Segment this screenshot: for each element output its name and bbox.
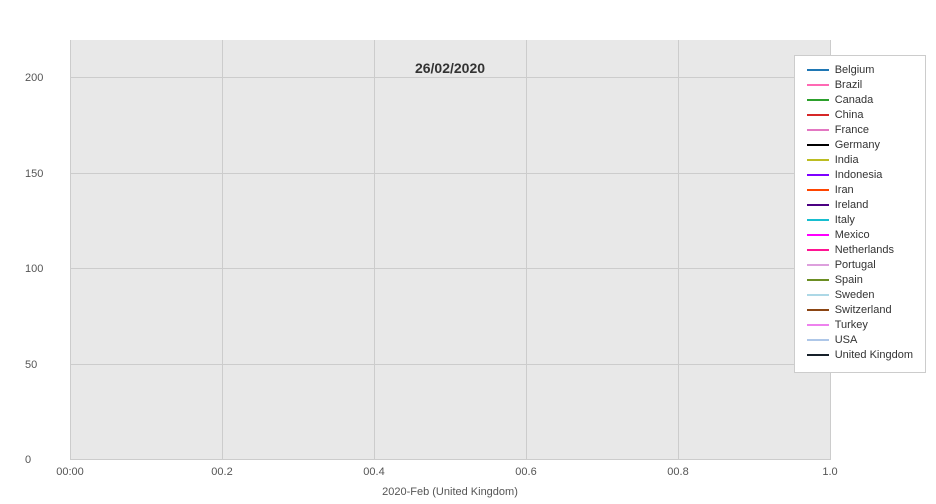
legend-item-switzerland: Switzerland — [807, 304, 913, 316]
vgrid-0 — [70, 40, 71, 460]
legend-line-spain — [807, 279, 829, 281]
legend-line-belgium — [807, 69, 829, 71]
legend-label-ireland: Ireland — [835, 199, 869, 211]
legend-line-usa — [807, 339, 829, 341]
legend-item-spain: Spain — [807, 274, 913, 286]
legend-line-ireland — [807, 204, 829, 206]
legend-line-netherlands — [807, 249, 829, 251]
date-annotation: 26/02/2020 — [415, 60, 485, 76]
legend-item-germany: Germany — [807, 139, 913, 151]
legend-item-france: France — [807, 124, 913, 136]
legend-label-germany: Germany — [835, 139, 880, 151]
x-tick-04: 00.4 — [363, 466, 384, 478]
legend-label-sweden: Sweden — [835, 289, 875, 301]
legend-label-canada: Canada — [835, 94, 874, 106]
vgrid-06 — [526, 40, 527, 460]
legend-label-iran: Iran — [835, 184, 854, 196]
x-tick-02: 00.2 — [211, 466, 232, 478]
legend-item-mexico: Mexico — [807, 229, 913, 241]
legend-label-italy: Italy — [835, 214, 855, 226]
legend-item-turkey: Turkey — [807, 319, 913, 331]
legend-label-portugal: Portugal — [835, 259, 876, 271]
legend-line-uk — [807, 354, 829, 356]
legend-item-sweden: Sweden — [807, 289, 913, 301]
legend-item-portugal: Portugal — [807, 259, 913, 271]
legend-label-turkey: Turkey — [835, 319, 868, 331]
legend-label-uk: United Kingdom — [835, 349, 913, 361]
legend-label-india: India — [835, 154, 859, 166]
legend-line-switzerland — [807, 309, 829, 311]
legend-label-brazil: Brazil — [835, 79, 863, 91]
legend-line-iran — [807, 189, 829, 191]
grid-line-200 — [70, 77, 830, 78]
legend-item-uk: United Kingdom — [807, 349, 913, 361]
legend-item-brazil: Brazil — [807, 79, 913, 91]
legend-label-mexico: Mexico — [835, 229, 870, 241]
legend-line-italy — [807, 219, 829, 221]
legend-line-germany — [807, 144, 829, 146]
y-tick-0: 0 — [25, 454, 31, 466]
legend-label-indonesia: Indonesia — [835, 169, 883, 181]
legend-line-india — [807, 159, 829, 161]
legend-label-belgium: Belgium — [835, 64, 875, 76]
vgrid-04 — [374, 40, 375, 460]
legend-label-china: China — [835, 109, 864, 121]
vgrid-02 — [222, 40, 223, 460]
x-tick-08: 00.8 — [667, 466, 688, 478]
legend-label-usa: USA — [835, 334, 858, 346]
x-axis-label: 2020-Feb (United Kingdom) — [382, 486, 518, 498]
legend-line-china — [807, 114, 829, 116]
legend-label-spain: Spain — [835, 274, 863, 286]
legend: Belgium Brazil Canada China France Germa… — [794, 55, 926, 373]
legend-item-india: India — [807, 154, 913, 166]
x-tick-0: 00:00 — [56, 466, 84, 478]
legend-line-turkey — [807, 324, 829, 326]
legend-line-france — [807, 129, 829, 131]
x-tick-06: 00.6 — [515, 466, 536, 478]
x-tick-10: 1.0 — [822, 466, 837, 478]
y-tick-200: 200 — [25, 72, 43, 84]
legend-line-portugal — [807, 264, 829, 266]
legend-item-netherlands: Netherlands — [807, 244, 913, 256]
grid-line-100 — [70, 268, 830, 269]
grid-line-50 — [70, 364, 830, 365]
legend-line-mexico — [807, 234, 829, 236]
legend-label-switzerland: Switzerland — [835, 304, 892, 316]
legend-label-netherlands: Netherlands — [835, 244, 894, 256]
y-tick-100: 100 — [25, 263, 43, 275]
legend-item-ireland: Ireland — [807, 199, 913, 211]
legend-item-china: China — [807, 109, 913, 121]
vgrid-08 — [678, 40, 679, 460]
legend-item-iran: Iran — [807, 184, 913, 196]
legend-line-canada — [807, 99, 829, 101]
chart-container: 26/02/2020 0 50 100 150 200 00:00 00.2 0… — [0, 0, 936, 504]
y-tick-150: 150 — [25, 168, 43, 180]
chart-area: 26/02/2020 0 50 100 150 200 00:00 00.2 0… — [70, 40, 830, 460]
legend-item-indonesia: Indonesia — [807, 169, 913, 181]
legend-item-belgium: Belgium — [807, 64, 913, 76]
grid-line-150 — [70, 173, 830, 174]
y-tick-50: 50 — [25, 359, 37, 371]
legend-line-sweden — [807, 294, 829, 296]
legend-label-france: France — [835, 124, 869, 136]
legend-line-indonesia — [807, 174, 829, 176]
grid-line-0 — [70, 459, 830, 460]
legend-line-brazil — [807, 84, 829, 86]
legend-item-italy: Italy — [807, 214, 913, 226]
legend-item-usa: USA — [807, 334, 913, 346]
legend-item-canada: Canada — [807, 94, 913, 106]
